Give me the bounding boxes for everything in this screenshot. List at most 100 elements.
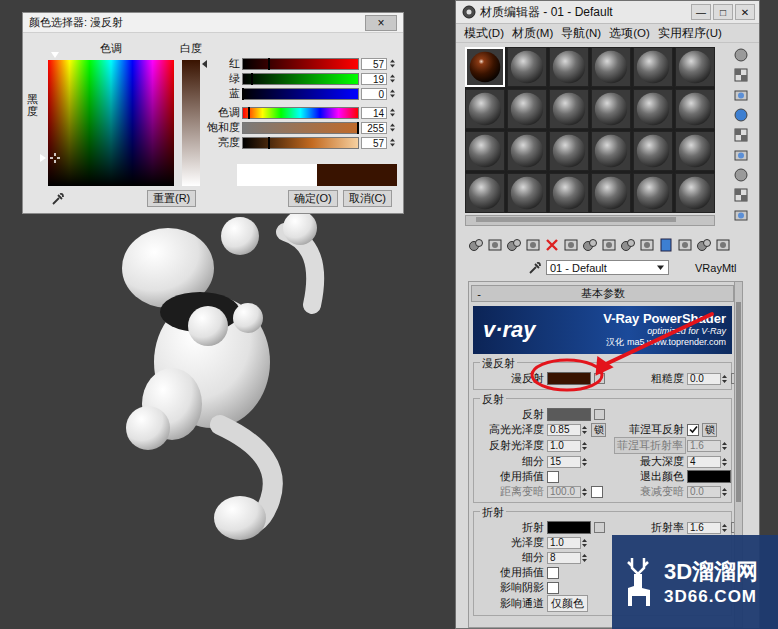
material-type-button[interactable]: VRayMtl	[691, 261, 741, 275]
sample-slot[interactable]	[465, 47, 505, 87]
spinner-field[interactable]: 8	[547, 552, 588, 564]
video-check-icon[interactable]	[733, 127, 749, 143]
sample-slot[interactable]	[633, 47, 673, 87]
sample-slot[interactable]	[549, 173, 589, 213]
checkbox[interactable]	[547, 582, 559, 594]
spinner-arrows-icon[interactable]	[389, 73, 397, 84]
sibling-icon[interactable]	[715, 237, 731, 253]
sample-slot[interactable]	[675, 47, 715, 87]
sample-slot[interactable]	[633, 89, 673, 129]
spinner-arrows-icon[interactable]	[581, 552, 588, 564]
sample-slot[interactable]	[675, 89, 715, 129]
uv-tiling-icon[interactable]	[733, 107, 749, 123]
spinner-field[interactable]: 1.0	[547, 537, 588, 549]
color-swatch[interactable]	[547, 521, 591, 534]
spinner-arrows-icon[interactable]	[389, 88, 397, 99]
sample-slot[interactable]	[465, 131, 505, 171]
param-label-button[interactable]: 菲涅耳折射率	[614, 437, 686, 454]
color-swatch[interactable]	[687, 470, 731, 483]
rollout-header[interactable]: - 基本参数	[471, 285, 734, 302]
slot-scrollbar[interactable]	[465, 215, 715, 226]
pick-material-icon[interactable]	[528, 261, 542, 275]
sample-slot[interactable]	[591, 89, 631, 129]
get-material-icon[interactable]	[468, 237, 484, 253]
ok-button[interactable]: 确定(O)	[288, 190, 338, 207]
spinner-field[interactable]: 1.6	[687, 440, 728, 452]
spinner-field[interactable]: 4	[687, 456, 728, 468]
spinner-arrows-icon[interactable]	[581, 440, 588, 452]
channel-value[interactable]: 19	[361, 73, 387, 85]
put-to-library-icon[interactable]	[601, 237, 617, 253]
whiteness-bar[interactable]	[182, 60, 200, 186]
window-button[interactable]: —	[691, 4, 711, 20]
channel-value[interactable]: 57	[361, 58, 387, 70]
blackness-marker-icon[interactable]	[40, 154, 46, 162]
sample-slot[interactable]	[591, 47, 631, 87]
map-button[interactable]	[594, 522, 605, 533]
crosshair-icon[interactable]	[50, 153, 60, 163]
channel-slider[interactable]	[242, 122, 359, 134]
checkbox[interactable]	[687, 424, 699, 436]
material-navigator-icon[interactable]	[733, 207, 749, 223]
whiteness-marker-icon[interactable]	[202, 60, 207, 68]
sample-slot[interactable]	[549, 47, 589, 87]
spinner-field[interactable]: 0.85	[547, 424, 588, 436]
sample-slot[interactable]	[633, 173, 673, 213]
hue-blackness-field[interactable]	[48, 60, 174, 186]
select-by-material-icon[interactable]	[733, 187, 749, 203]
color-swatch[interactable]	[547, 408, 591, 421]
spinner-arrows-icon[interactable]	[581, 424, 588, 436]
make-preview-icon[interactable]	[733, 147, 749, 163]
map-button[interactable]	[594, 409, 605, 420]
sample-slot[interactable]	[591, 173, 631, 213]
checkbox[interactable]	[591, 486, 603, 498]
channel-value[interactable]: 255	[361, 122, 387, 134]
sample-slot[interactable]	[675, 173, 715, 213]
show-map-icon[interactable]	[639, 237, 655, 253]
spinner-field[interactable]: 15	[547, 456, 588, 468]
reset-button[interactable]: 重置(R)	[147, 190, 196, 207]
spinner-arrows-icon[interactable]	[721, 373, 728, 385]
spinner-arrows-icon[interactable]	[721, 440, 728, 452]
spinner-arrows-icon[interactable]	[721, 522, 728, 534]
sample-slot[interactable]	[507, 173, 547, 213]
channel-dropdown[interactable]: 仅颜色	[547, 595, 588, 612]
menu-item[interactable]: 选项(O)	[609, 26, 650, 41]
spinner-arrows-icon[interactable]	[389, 122, 397, 133]
eyedropper-icon[interactable]	[51, 192, 65, 206]
channel-slider[interactable]	[242, 58, 359, 70]
material-name-dropdown[interactable]: 01 - Default	[546, 260, 669, 275]
channel-slider[interactable]	[242, 73, 359, 85]
sample-slot[interactable]	[465, 173, 505, 213]
channel-slider[interactable]	[242, 88, 359, 100]
title-bar[interactable]: 颜色选择器: 漫反射 ×	[23, 13, 403, 33]
close-button[interactable]: ×	[365, 15, 397, 31]
spinner-field[interactable]: 100.0	[547, 486, 588, 498]
spinner-arrows-icon[interactable]	[581, 537, 588, 549]
sample-slot[interactable]	[465, 89, 505, 129]
make-copy-icon[interactable]	[563, 237, 579, 253]
options-icon[interactable]	[733, 167, 749, 183]
sample-slot[interactable]	[507, 89, 547, 129]
channel-value[interactable]: 57	[361, 137, 387, 149]
sample-slot[interactable]	[633, 131, 673, 171]
sample-slot[interactable]	[549, 89, 589, 129]
sample-slot[interactable]	[549, 131, 589, 171]
channel-slider[interactable]	[242, 137, 359, 149]
title-bar[interactable]: 材质编辑器 - 01 - Default —□✕	[456, 1, 759, 24]
spinner-arrows-icon[interactable]	[721, 456, 728, 468]
spinner-arrows-icon[interactable]	[721, 486, 728, 498]
reset-map-icon[interactable]	[525, 237, 541, 253]
sample-slot[interactable]	[591, 131, 631, 171]
channel-slider[interactable]	[242, 107, 359, 119]
menu-item[interactable]: 实用程序(U)	[658, 26, 722, 41]
delete-icon[interactable]	[544, 237, 560, 253]
hue-marker-icon[interactable]	[51, 52, 59, 58]
sample-slot[interactable]	[507, 131, 547, 171]
sample-slot[interactable]	[675, 131, 715, 171]
make-unique-icon[interactable]	[582, 237, 598, 253]
color-picker-window[interactable]: 颜色选择器: 漫反射 × 黑度 色调 白度 红 57 绿 19 蓝 0 色调 1…	[22, 12, 404, 214]
sample-slot[interactable]	[507, 47, 547, 87]
lock-button[interactable]: 锁	[591, 423, 606, 437]
spinner-field[interactable]: 0.0	[687, 486, 728, 498]
